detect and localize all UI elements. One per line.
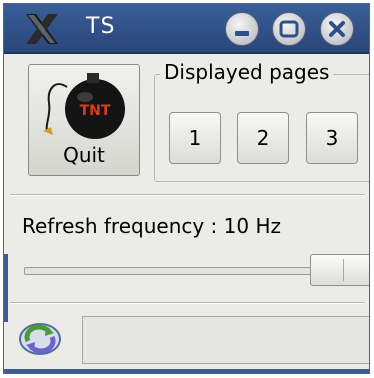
displayed-pages-title: Displayed pages (160, 60, 334, 84)
page-button-3[interactable]: 3 (306, 112, 358, 164)
window-title: TS (86, 14, 116, 39)
maximize-button[interactable] (272, 12, 306, 46)
bomb-label: TNT (80, 103, 111, 119)
title-bar[interactable]: TS (4, 4, 369, 54)
refresh-frequency-label: Refresh frequency : 10 Hz (22, 214, 281, 238)
window-border (4, 254, 8, 322)
maximize-icon (279, 20, 299, 38)
refresh-slider-thumb[interactable] (310, 254, 369, 286)
separator (10, 194, 365, 196)
page-button-1[interactable]: 1 (169, 112, 221, 164)
refresh-slider-track[interactable] (24, 267, 324, 275)
separator (10, 302, 365, 304)
minimize-icon (235, 31, 249, 36)
close-icon (329, 21, 345, 37)
quit-button[interactable]: TNT Quit (28, 64, 140, 176)
quit-label: Quit (63, 143, 105, 167)
status-bar (82, 316, 369, 364)
refresh-icon[interactable] (16, 319, 64, 359)
window-border (4, 369, 369, 373)
page-button-2[interactable]: 2 (237, 112, 289, 164)
content-area: TNT Quit Displayed pages 1 2 3 Refresh f… (10, 54, 369, 372)
bomb-icon: TNT (43, 73, 125, 139)
x-icon[interactable] (22, 12, 62, 46)
main-window: TS TNT Quit Displayed pages 1 2 3 Refres… (3, 3, 370, 374)
minimize-button[interactable] (225, 12, 259, 46)
slider-grip (343, 259, 344, 281)
close-button[interactable] (320, 12, 354, 46)
